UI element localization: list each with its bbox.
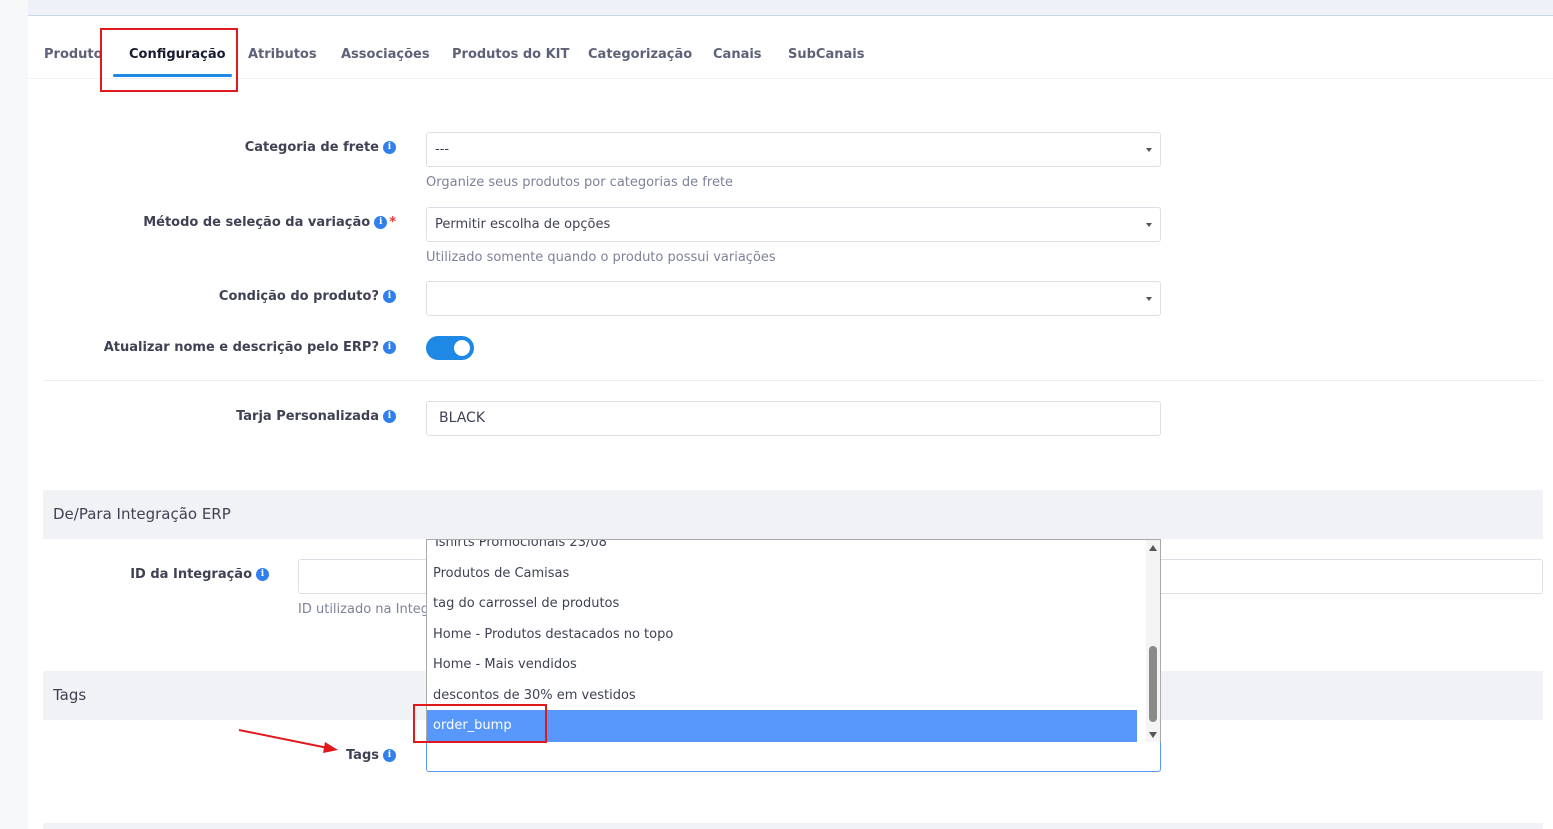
dropdown-option[interactable]: Tshirts Promocionais 23/08: [427, 540, 1137, 558]
frete-label: Categoria de frete: [244, 140, 379, 155]
variacao-label-row: Método de seleção da variação i *: [143, 215, 396, 230]
toggle-knob: [454, 340, 470, 356]
condicao-label-row: Condição do produto? i: [219, 289, 396, 304]
tab-subcanais[interactable]: SubCanais: [788, 47, 864, 62]
condicao-select[interactable]: [426, 281, 1161, 316]
bottom-section-strip: [43, 823, 1543, 829]
dropdown-option[interactable]: Home - Produtos destacados no topo: [427, 619, 1137, 650]
tags-search-input[interactable]: [426, 740, 1161, 772]
info-icon[interactable]: i: [256, 568, 269, 581]
integration-help: ID utilizado na Integ: [298, 602, 430, 617]
chevron-down-icon: [1146, 297, 1152, 301]
tab-produto[interactable]: Produto: [44, 47, 103, 62]
tags-label: Tags: [345, 748, 379, 763]
chevron-down-icon: [1146, 223, 1152, 227]
erp-update-label: Atualizar nome e descrição pelo ERP?: [103, 340, 379, 355]
tab-bar: Produto Configuração Atributos Associaçõ…: [28, 17, 1553, 79]
tarja-label-row: Tarja Personalizada i: [236, 409, 396, 424]
annotation-box-order-bump: [413, 704, 547, 743]
erp-update-label-row: Atualizar nome e descrição pelo ERP? i: [104, 340, 396, 355]
frete-select[interactable]: ---: [426, 132, 1161, 167]
info-icon[interactable]: i: [383, 141, 396, 154]
left-gutter: [0, 0, 28, 829]
info-icon[interactable]: i: [383, 341, 396, 354]
section-erp-header: De/Para Integração ERP: [43, 490, 1543, 539]
dropdown-scrollbar[interactable]: [1146, 540, 1160, 742]
required-marker: *: [389, 215, 396, 230]
frete-help: Organize seus produtos por categorias de…: [426, 175, 734, 190]
dropdown-option[interactable]: tag do carrossel de produtos: [427, 588, 1137, 619]
tab-canais[interactable]: Canais: [713, 47, 762, 62]
tab-produtos-do-kit[interactable]: Produtos do KIT: [452, 47, 569, 62]
variacao-select-value: Permitir escolha de opções: [435, 217, 611, 232]
variacao-select[interactable]: Permitir escolha de opções: [426, 207, 1161, 242]
annotation-box-configuracao: [100, 28, 238, 92]
tab-categorizacao[interactable]: Categorização: [588, 47, 692, 62]
tags-label-row: Tags i: [346, 748, 396, 763]
chevron-down-icon: [1146, 148, 1152, 152]
scroll-down-arrow-icon[interactable]: [1149, 732, 1157, 738]
erp-update-toggle[interactable]: [426, 336, 474, 360]
annotation-arrow: [238, 729, 338, 753]
top-header-strip: [28, 0, 1553, 16]
scroll-up-arrow-icon[interactable]: [1149, 545, 1157, 551]
tab-atributos[interactable]: Atributos: [248, 47, 317, 62]
integration-label-row: ID da Integração i: [130, 567, 269, 582]
info-icon[interactable]: i: [383, 290, 396, 303]
info-icon[interactable]: i: [383, 749, 396, 762]
tarja-label: Tarja Personalizada: [236, 409, 379, 424]
condicao-label: Condição do produto?: [218, 289, 379, 304]
info-icon[interactable]: i: [374, 216, 388, 229]
dropdown-option[interactable]: Home - Mais vendidos: [427, 649, 1137, 680]
info-icon[interactable]: i: [383, 410, 396, 423]
scrollbar-thumb[interactable]: [1149, 646, 1157, 722]
tab-associacoes[interactable]: Associações: [341, 47, 430, 62]
tarja-input[interactable]: BLACK: [426, 401, 1161, 436]
variacao-label: Método de seleção da variação: [143, 215, 371, 230]
integration-label: ID da Integração: [130, 567, 252, 582]
divider: [43, 380, 1543, 381]
variacao-help: Utilizado somente quando o produto possu…: [426, 250, 776, 265]
frete-label-row: Categoria de frete i: [245, 140, 396, 155]
dropdown-option[interactable]: Produtos de Camisas: [427, 558, 1137, 589]
frete-select-value: ---: [435, 142, 450, 157]
